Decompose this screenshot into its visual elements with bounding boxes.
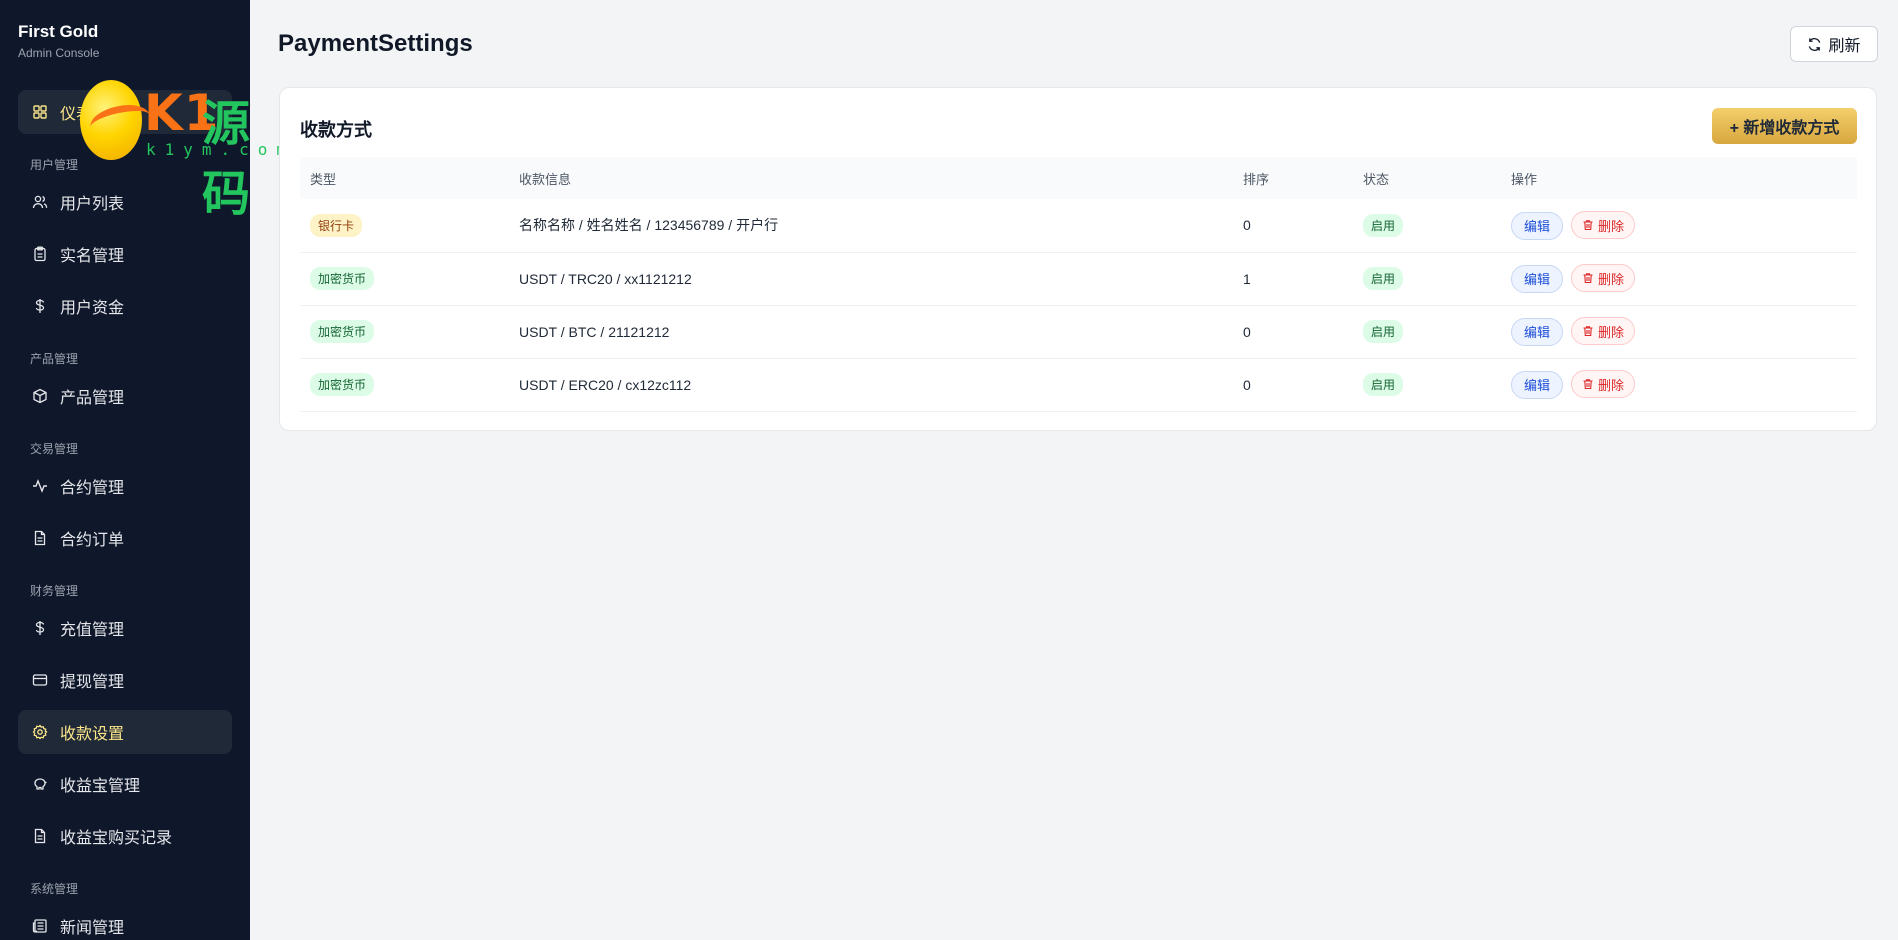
refresh-icon (1807, 37, 1822, 52)
type-badge: 加密货币 (310, 267, 375, 290)
sidebar-item-dashboard[interactable]: 仪表盘 (18, 90, 232, 134)
newspaper-icon (30, 916, 50, 936)
sidebar-item-label: 提现管理 (60, 674, 125, 691)
sidebar-item-label: 仪表盘 (60, 106, 109, 123)
file-icon (30, 528, 50, 548)
activity-icon (30, 476, 50, 496)
sort-value: 1 (1243, 270, 1251, 287)
delete-label: 删除 (1598, 324, 1625, 340)
status-badge: 启用 (1363, 373, 1404, 396)
edit-button[interactable]: 编辑 (1511, 370, 1564, 399)
column-header-type: 类型 (310, 171, 337, 187)
dollar-icon (30, 618, 50, 638)
refresh-button[interactable]: 刷新 (1790, 26, 1878, 62)
sort-value: 0 (1243, 376, 1251, 393)
sidebar-item-real-name[interactable]: 实名管理 (18, 232, 232, 276)
trash-icon (1582, 325, 1594, 337)
column-header-info: 收款信息 (519, 171, 572, 187)
delete-button[interactable]: 删除 (1571, 370, 1636, 399)
nav-group-product: 产品管理 (30, 352, 79, 366)
refresh-label: 刷新 (1828, 38, 1861, 55)
nav-group-trade: 交易管理 (30, 442, 79, 456)
sidebar-item-product-mgmt[interactable]: 产品管理 (18, 374, 232, 418)
payment-info: USDT / TRC20 / xx1121212 (519, 270, 692, 287)
sidebar-item-user-list[interactable]: 用户列表 (18, 180, 232, 224)
credit-card-icon (30, 670, 50, 690)
sidebar-item-yield-mgmt[interactable]: 收益宝管理 (18, 762, 232, 806)
sidebar-item-label: 用户列表 (60, 196, 125, 213)
card-title: 收款方式 (300, 120, 372, 140)
users-icon (30, 192, 50, 212)
payment-info: USDT / ERC20 / cx12zc112 (519, 376, 692, 393)
clipboard-icon (30, 244, 50, 264)
trash-icon (1582, 272, 1594, 284)
status-badge: 启用 (1363, 320, 1404, 343)
nav-group-user: 用户管理 (30, 158, 79, 172)
sort-value: 0 (1243, 217, 1251, 234)
status-badge: 启用 (1363, 267, 1404, 290)
delete-button[interactable]: 删除 (1571, 317, 1636, 346)
type-badge: 加密货币 (310, 320, 375, 343)
table-row: 加密货币 USDT / ERC20 / cx12zc112 0 启用 编辑 删除 (300, 358, 1857, 411)
sidebar-item-label: 合约订单 (60, 532, 125, 549)
grid-icon (30, 102, 50, 122)
brand-title: First Gold (18, 22, 99, 41)
column-header-sort: 排序 (1243, 171, 1270, 187)
sidebar: First Gold Admin Console 仪表盘 用户管理 用户列表 实… (0, 0, 250, 940)
column-header-status: 状态 (1363, 171, 1390, 187)
type-badge: 银行卡 (310, 213, 363, 237)
type-badge: 加密货币 (310, 373, 375, 396)
sidebar-item-news-mgmt[interactable]: 新闻管理 (18, 904, 232, 940)
sidebar-item-label: 合约管理 (60, 480, 125, 497)
piggy-bank-icon (30, 774, 50, 794)
table-header-row: 类型 收款信息 排序 状态 操作 (300, 157, 1857, 199)
sidebar-item-label: 收益宝管理 (60, 778, 141, 795)
sidebar-item-recharge-mgmt[interactable]: 充值管理 (18, 606, 232, 650)
delete-label: 删除 (1598, 271, 1625, 287)
sidebar-item-user-funds[interactable]: 用户资金 (18, 284, 232, 328)
sidebar-item-label: 收益宝购买记录 (60, 830, 173, 847)
delete-button[interactable]: 删除 (1571, 211, 1636, 239)
sort-value: 0 (1243, 323, 1251, 340)
trash-icon (1582, 378, 1594, 390)
delete-label: 删除 (1598, 377, 1625, 393)
payment-methods-card: 收款方式 + 新增收款方式 类型 收款信息 排序 状态 操作 银行卡 名称名称 … (279, 87, 1877, 431)
payment-info: 名称名称 / 姓名姓名 / 123456789 / 开户行 (519, 217, 779, 234)
edit-button[interactable]: 编辑 (1511, 264, 1564, 293)
page-title: PaymentSettings (278, 30, 473, 57)
table-row: 银行卡 名称名称 / 姓名姓名 / 123456789 / 开户行 0 启用 编… (300, 199, 1857, 252)
sidebar-item-label: 用户资金 (60, 300, 125, 317)
box-icon (30, 386, 50, 406)
brand-subtitle: Admin Console (18, 46, 100, 60)
table-row: 加密货币 USDT / TRC20 / xx1121212 1 启用 编辑 删除 (300, 252, 1857, 305)
add-payment-method-button[interactable]: + 新增收款方式 (1712, 108, 1857, 144)
sidebar-item-label: 收款设置 (60, 726, 125, 743)
sidebar-item-label: 新闻管理 (60, 920, 125, 937)
nav-group-finance: 财务管理 (30, 584, 79, 598)
sidebar-item-contract-orders[interactable]: 合约订单 (18, 516, 232, 560)
edit-button[interactable]: 编辑 (1511, 211, 1564, 240)
sidebar-item-label: 充值管理 (60, 622, 125, 639)
edit-button[interactable]: 编辑 (1511, 317, 1564, 346)
sidebar-item-label: 产品管理 (60, 390, 125, 407)
payment-info: USDT / BTC / 21121212 (519, 323, 670, 340)
brand: First Gold Admin Console (0, 0, 250, 80)
payment-methods-table: 类型 收款信息 排序 状态 操作 银行卡 名称名称 / 姓名姓名 / 12345… (300, 157, 1857, 412)
sidebar-item-yield-records[interactable]: 收益宝购买记录 (18, 814, 232, 858)
trash-icon (1582, 219, 1594, 231)
sidebar-item-withdraw-mgmt[interactable]: 提现管理 (18, 658, 232, 702)
file-icon (30, 826, 50, 846)
status-badge: 启用 (1363, 213, 1404, 237)
delete-button[interactable]: 删除 (1571, 264, 1636, 293)
settings-icon (30, 722, 50, 742)
column-header-actions: 操作 (1511, 171, 1538, 187)
sidebar-item-payment-settings[interactable]: 收款设置 (18, 710, 232, 754)
table-row: 加密货币 USDT / BTC / 21121212 0 启用 编辑 删除 (300, 305, 1857, 358)
nav-group-system: 系统管理 (30, 882, 79, 896)
sidebar-item-label: 实名管理 (60, 248, 125, 265)
sidebar-item-contract-mgmt[interactable]: 合约管理 (18, 464, 232, 508)
dollar-icon (30, 296, 50, 316)
delete-label: 删除 (1598, 218, 1625, 234)
